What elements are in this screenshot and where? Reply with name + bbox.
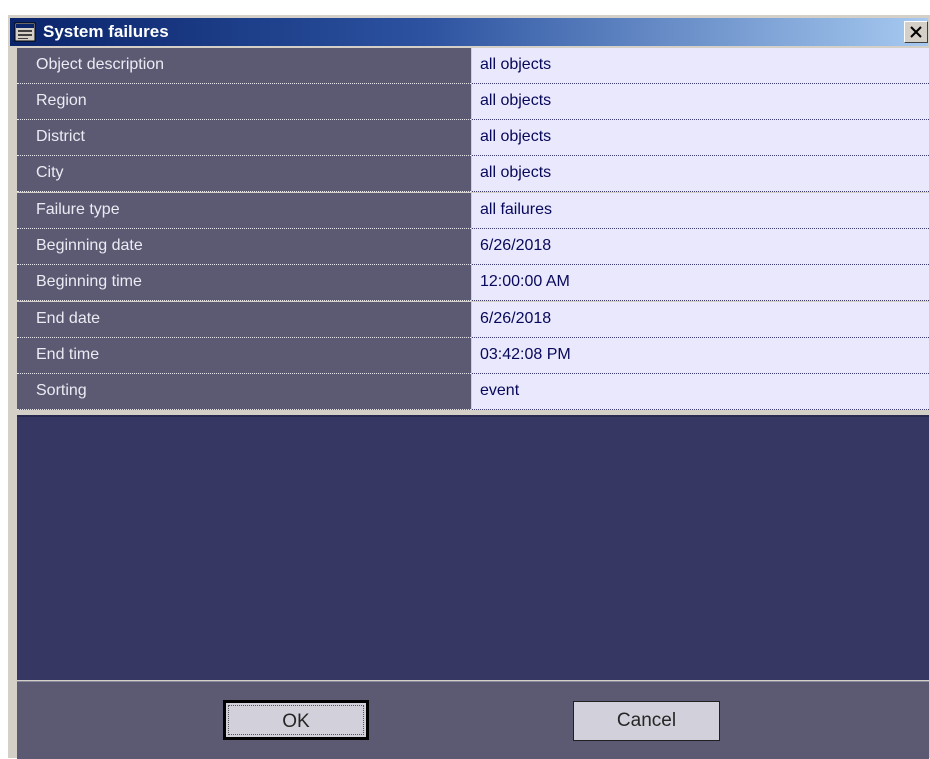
title-bar[interactable]: System failures [10,18,928,46]
property-label: Failure type [17,193,471,229]
property-value[interactable]: 6/26/2018 [472,229,929,265]
property-label: Beginning time [17,265,471,301]
property-value[interactable]: all failures [472,193,929,229]
property-label: Region [17,84,471,120]
property-label: District [17,120,471,156]
grid-empty-area [17,415,929,680]
dialog-window: System failures Object description all o… [8,15,930,759]
property-row-beginning-time: Beginning time 12:00:00 AM [17,265,929,301]
property-row-object-description: Object description all objects [17,48,929,84]
property-value[interactable]: 6/26/2018 [472,302,929,338]
property-value[interactable]: all objects [472,48,929,84]
property-label: Object description [17,48,471,84]
close-button[interactable] [904,21,928,43]
property-value[interactable]: all objects [472,120,929,156]
ok-button[interactable]: OK [223,700,369,740]
property-value[interactable]: event [472,374,929,410]
property-label: End time [17,338,471,374]
property-row-district: District all objects [17,120,929,156]
close-icon [910,26,922,38]
property-row-end-date: End date 6/26/2018 [17,302,929,338]
property-value[interactable]: 03:42:08 PM [472,338,929,374]
button-bar: OK Cancel [17,681,929,759]
property-label: Sorting [17,374,471,410]
property-label: End date [17,302,471,338]
property-label: Beginning date [17,229,471,265]
property-row-region: Region all objects [17,84,929,120]
window-app-icon [14,21,36,43]
property-row-failure-type: Failure type all failures [17,193,929,229]
window-title: System failures [43,22,169,41]
cancel-button[interactable]: Cancel [573,701,720,741]
property-row-beginning-date: Beginning date 6/26/2018 [17,229,929,265]
property-grid: Object description all objects Region al… [17,48,929,415]
property-value[interactable]: all objects [472,156,929,192]
property-row-city: City all objects [17,156,929,192]
property-value[interactable]: all objects [472,84,929,120]
property-label: City [17,156,471,192]
property-row-end-time: End time 03:42:08 PM [17,338,929,374]
property-row-sorting: Sorting event [17,374,929,410]
property-value[interactable]: 12:00:00 AM [472,265,929,301]
